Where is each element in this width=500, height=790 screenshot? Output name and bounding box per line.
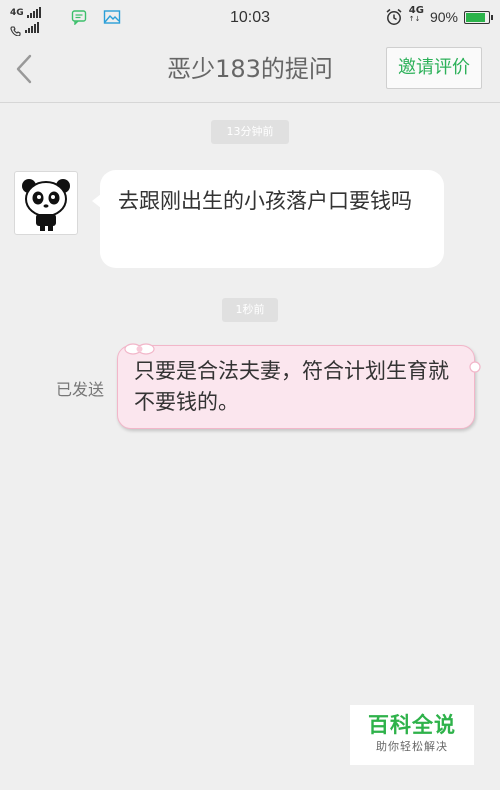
status-right: 4G ↑↓ 90% <box>385 4 493 27</box>
watermark-logo: 百科全说 助你轻松解决 <box>350 705 474 765</box>
outgoing-message-bubble[interactable]: 只要是合法夫妻，符合计划生育就不要钱的。 <box>117 343 481 429</box>
timestamp-pill-2: 1秒前 <box>222 298 278 322</box>
battery-percent: 90% <box>429 9 458 25</box>
alarm-icon <box>385 8 403 26</box>
panda-avatar-icon <box>22 179 70 231</box>
sent-status-label: 已发送 <box>56 380 105 399</box>
status-bar: 4G 10:03 4G ↑↓ 90% <box>0 0 500 37</box>
avatar[interactable] <box>14 171 78 235</box>
bow-decoration-icon <box>124 343 155 355</box>
timestamp-pill: 13分钟前 <box>211 120 289 144</box>
battery-icon <box>464 10 493 24</box>
watermark-title: 百科全说 <box>368 713 456 737</box>
network-type-right: 4G ↑↓ <box>408 4 424 23</box>
incoming-message-text: 去跟刚出生的小孩落户口要钱吗 <box>118 189 412 213</box>
battery-fill <box>466 12 485 22</box>
title-bar: 恶少183的提问 邀请评价 <box>0 36 500 103</box>
bubble-tail-icon <box>469 361 481 373</box>
invite-review-button[interactable]: 邀请评价 <box>386 47 482 89</box>
outgoing-message-text: 只要是合法夫妻，符合计划生育就不要钱的。 <box>134 359 449 414</box>
watermark-subtitle: 助你轻松解决 <box>376 740 448 753</box>
incoming-message-bubble[interactable]: 去跟刚出生的小孩落户口要钱吗 <box>92 170 444 268</box>
